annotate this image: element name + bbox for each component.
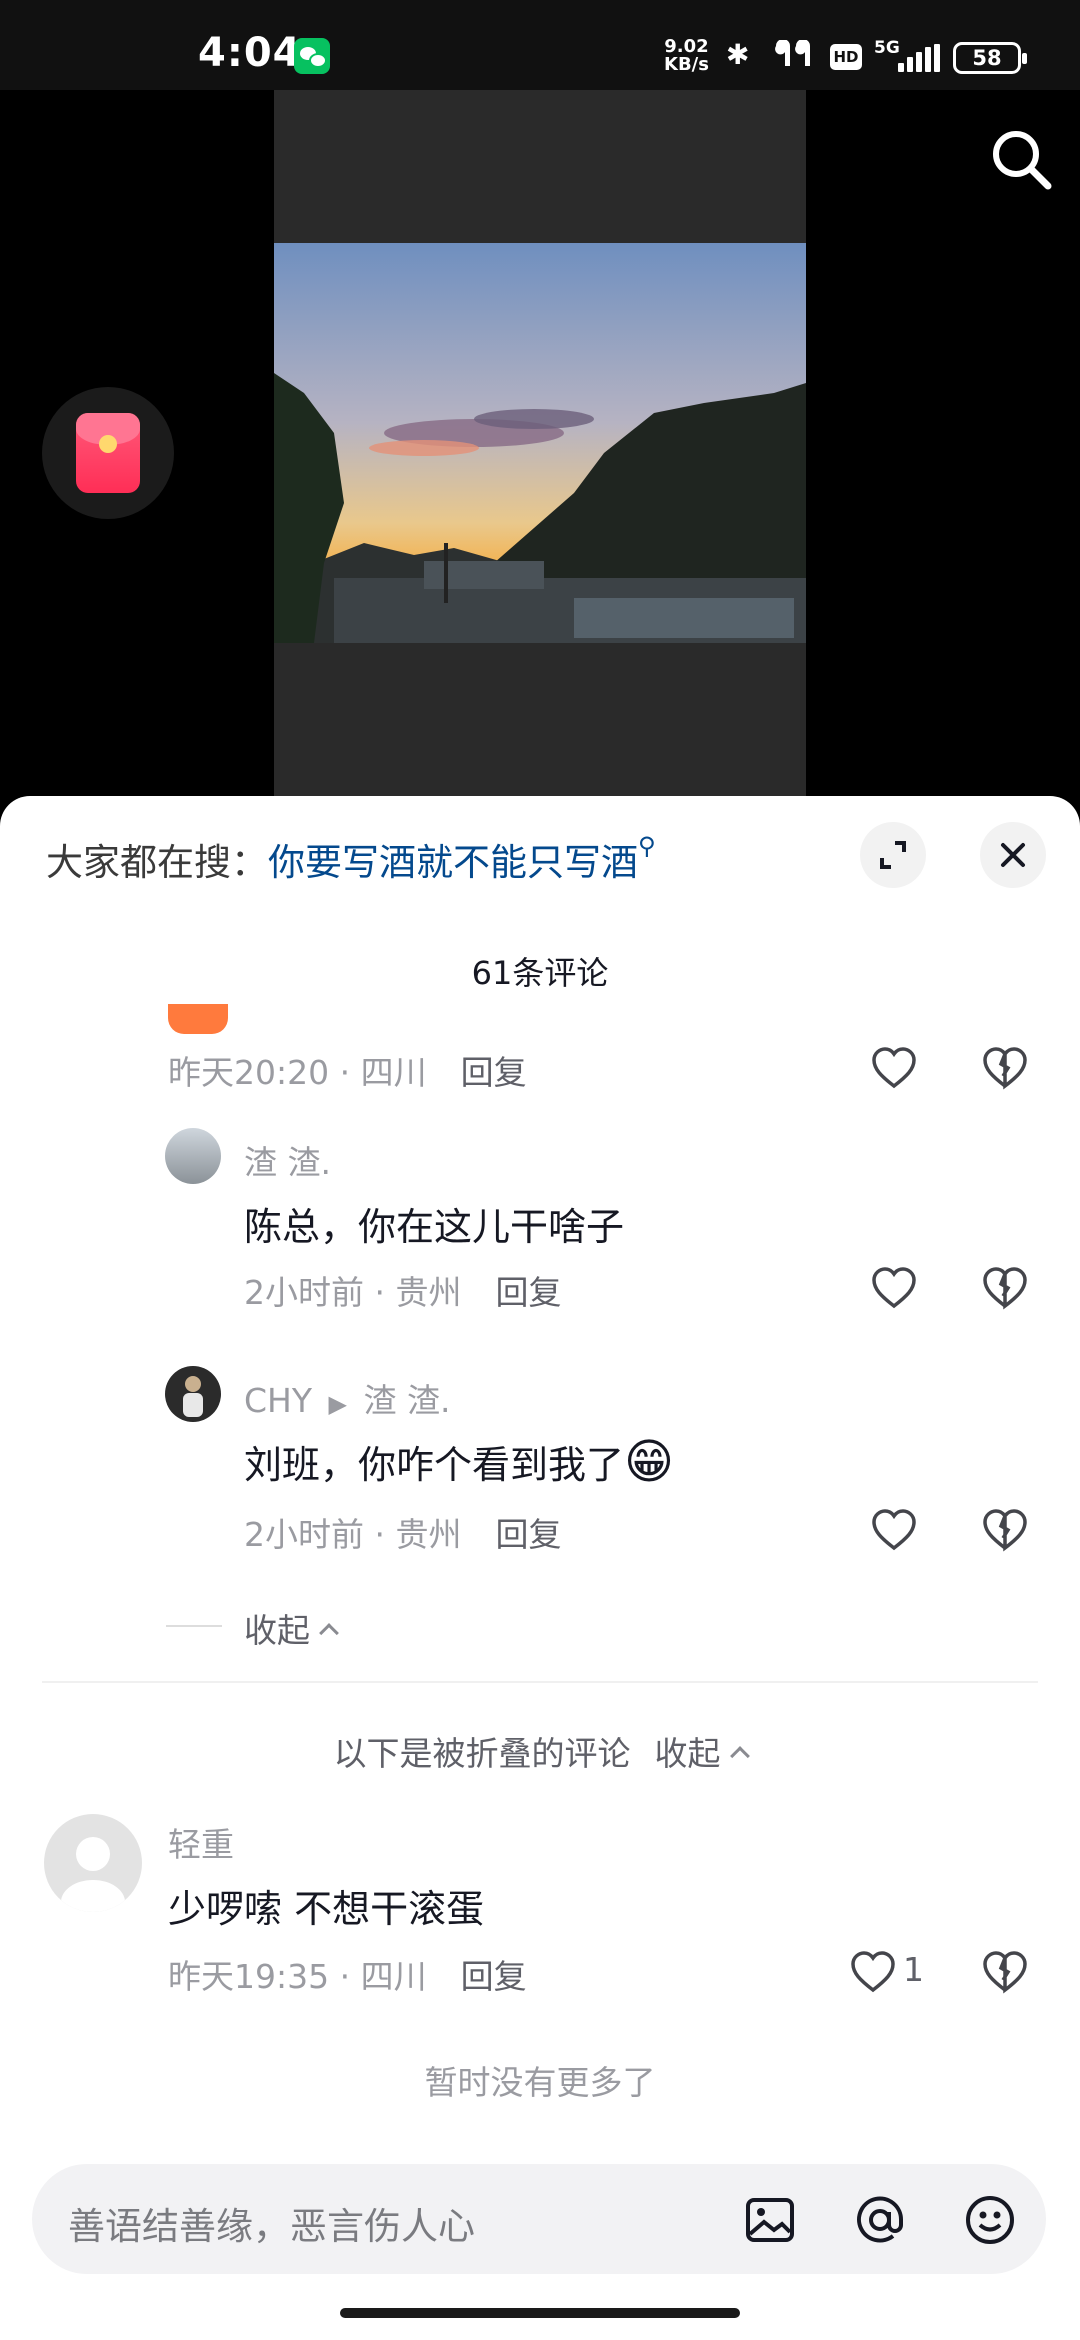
collapse-replies-button[interactable]: 收起 [244,1604,339,1652]
folded-comments-header: 以下是被折叠的评论 收起 [0,1727,1080,1775]
comment-meta: 昨天19:35 · 四川 回复 [168,1957,527,1996]
network-speed-unit: KB/s [664,54,709,75]
like-heart-icon[interactable] [850,1950,896,1994]
like-heart-icon[interactable] [871,1508,917,1552]
reply-button[interactable]: 回复 [461,1957,527,1996]
wechat-notification-icon [294,38,330,74]
comment-text[interactable]: 刘班，你咋个看到我了😁 [244,1434,674,1490]
comment-text-body: 刘班，你咋个看到我了 [244,1443,625,1487]
folded-collapse-button[interactable]: 收起 [654,1734,750,1773]
hot-search-bar[interactable]: 大家都在搜：你要写酒就不能只写酒⚲ [46,832,656,886]
comment-text[interactable]: 陈总，你在这儿干啥子 [244,1196,624,1251]
hd-badge: HD [830,44,862,70]
hot-search-prefix: 大家都在搜： [46,841,268,884]
video-thumbnail[interactable] [274,243,806,643]
emoji-icon[interactable] [964,2194,1016,2246]
like-heart-icon[interactable] [871,1046,917,1090]
collapse-divider [166,1625,222,1627]
comment-meta: 2小时前 · 贵州 回复 [244,1273,562,1312]
image-icon[interactable] [744,2194,796,2246]
chevron-up-icon [319,1623,339,1643]
avatar-figure [183,1376,203,1417]
reply-author[interactable]: CHY [244,1381,312,1420]
comment-username[interactable]: 渣 渣. [244,1136,331,1184]
comment-sheet: 大家都在搜：你要写酒就不能只写酒⚲ 61条评论 昨天20:20 · 四川 回复 渣… [0,796,1080,2340]
like-count: 1 [903,1950,924,1989]
battery-icon: 58 [953,42,1027,74]
bluetooth-icon: ✱ [726,38,750,71]
red-envelope-icon [76,413,140,493]
comment-location: 四川 [360,1053,427,1092]
avatar[interactable] [44,1814,142,1912]
comment-time: 昨天19:35 [168,1957,330,1996]
comment-input-bar[interactable]: 善语结善缘，恶言伤人心 [32,2164,1046,2274]
sunset-mountain-image [274,243,806,643]
default-avatar-icon [61,1837,125,1912]
status-bar: 4:04 9.02 KB/s ✱ HD 5G 58 [0,0,1080,90]
mention-icon[interactable] [854,2194,906,2246]
folded-collapse-label: 收起 [654,1734,721,1773]
comment-time: 昨天20:20 [168,1053,330,1092]
earbuds-icon [775,40,810,66]
comment-time: 2小时前 [244,1273,364,1312]
reply-button[interactable]: 回复 [495,1273,561,1312]
signal-icon [898,44,940,72]
status-time: 4:04 [198,30,302,76]
red-packet-button[interactable] [42,387,174,519]
section-divider [42,1681,1038,1683]
close-button[interactable] [980,822,1046,888]
reply-target[interactable]: 渣 渣. [363,1381,450,1420]
reply-button[interactable]: 回复 [495,1515,561,1554]
expand-button[interactable] [860,822,926,888]
small-search-icon: ⚲ [638,832,656,860]
comment-location: 贵州 [395,1515,462,1554]
chevron-up-icon [729,1746,750,1766]
comment-username[interactable]: 轻重 [168,1818,234,1866]
dislike-heart-icon[interactable] [982,1950,1028,1994]
collapse-label: 收起 [244,1611,310,1650]
folded-note-text: 以下是被折叠的评论 [333,1734,631,1773]
hot-search-query[interactable]: 你要写酒就不能只写酒 [268,841,638,884]
reply-button[interactable]: 回复 [461,1053,527,1092]
comment-time: 2小时前 [244,1515,364,1554]
like-heart-icon[interactable] [871,1266,917,1310]
network-type: 5G [874,38,900,58]
avatar[interactable] [165,1128,221,1184]
comment-location: 贵州 [395,1273,462,1312]
expand-icon [880,841,906,869]
emoji-partial [168,1004,228,1034]
home-indicator[interactable] [340,2308,740,2318]
search-icon[interactable] [988,126,1054,192]
dislike-heart-icon[interactable] [982,1508,1028,1552]
network-speed: 9.02 KB/s [664,38,709,74]
close-icon [1001,843,1025,867]
grin-emoji: 😁 [624,1434,675,1490]
no-more-comments: 暂时没有更多了 [424,2063,656,2102]
dislike-heart-icon[interactable] [982,1266,1028,1310]
comment-input-placeholder[interactable]: 善语结善缘，恶言伤人心 [68,2196,475,2250]
reply-arrow-icon: ▶ [328,1390,347,1418]
comment-count: 61条评论 [471,954,609,992]
dislike-heart-icon[interactable] [982,1046,1028,1090]
comment-meta: 2小时前 · 贵州 回复 [244,1515,562,1554]
comment-meta: 昨天20:20 · 四川 回复 [168,1053,527,1092]
comment-text[interactable]: 少啰嗦 不想干滚蛋 [168,1878,484,1933]
avatar[interactable] [165,1366,221,1422]
comment-username: CHY ▶ 渣 渣. [244,1374,450,1422]
comment-location: 四川 [360,1957,427,1996]
